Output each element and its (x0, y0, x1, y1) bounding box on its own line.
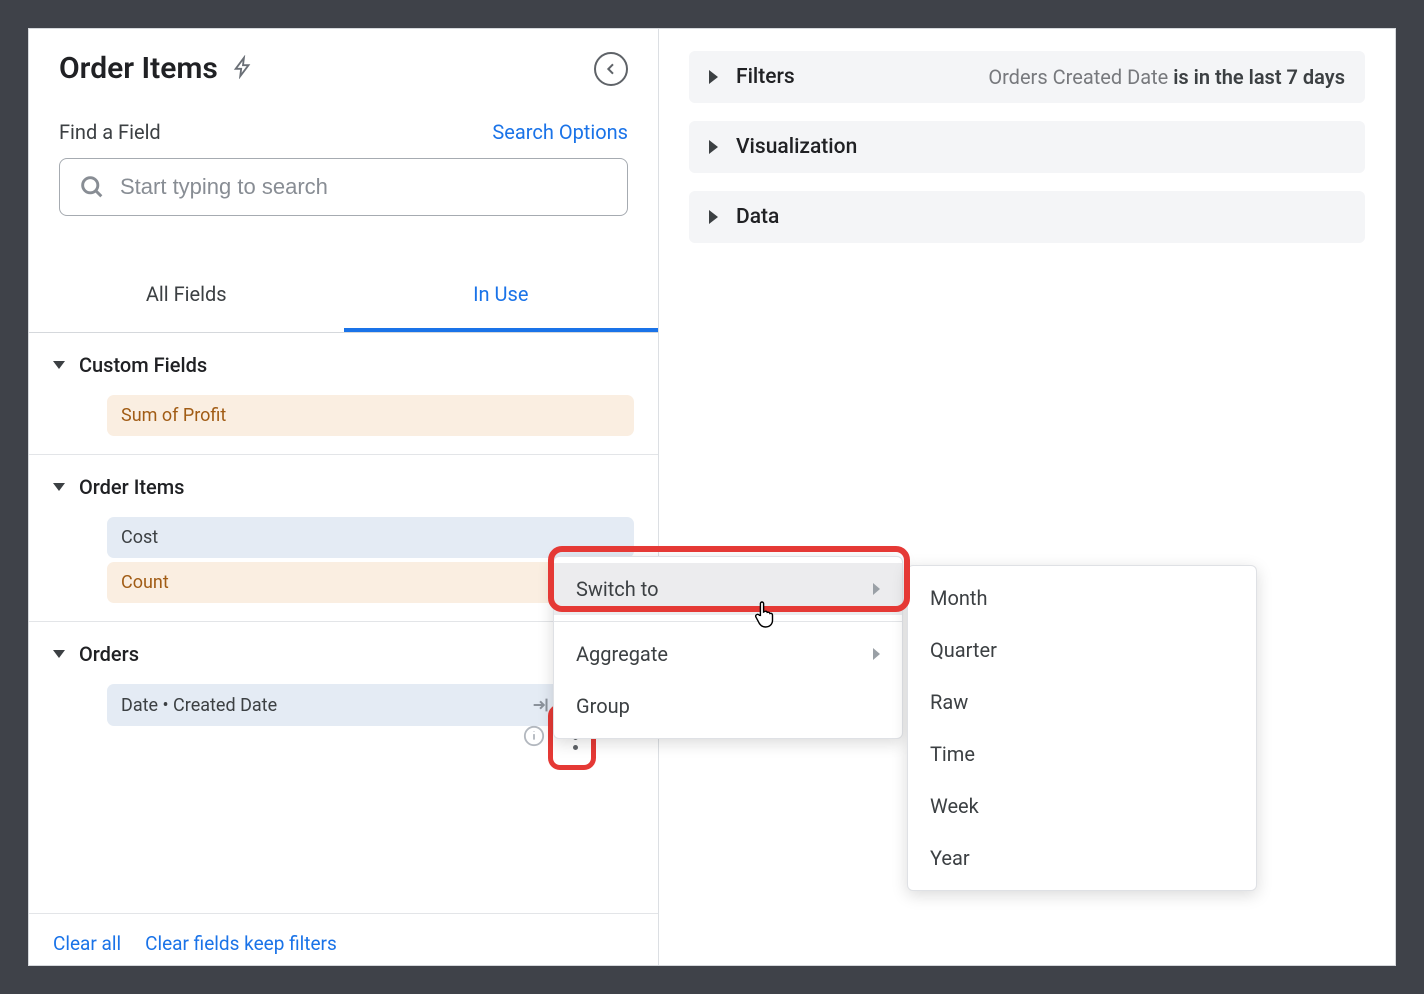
section-title: Custom Fields (79, 353, 207, 377)
search-options-link[interactable]: Search Options (492, 120, 628, 144)
field-label: Date • Created Date (121, 695, 277, 716)
menu-item-group[interactable]: Group (554, 680, 902, 732)
section-head-order-items[interactable]: Order Items (29, 455, 658, 517)
menu-item-label: Group (576, 694, 630, 718)
section-head-custom-fields[interactable]: Custom Fields (29, 333, 658, 395)
caret-right-icon (709, 140, 718, 154)
search-box[interactable] (59, 158, 628, 216)
section-title: Order Items (79, 475, 184, 499)
menu-divider (554, 621, 902, 622)
field-sum-of-profit[interactable]: Sum of Profit (107, 395, 634, 436)
field-tabs: All Fields In Use (29, 264, 658, 333)
chevron-right-icon (873, 648, 880, 660)
accordion-data[interactable]: Data (689, 191, 1365, 243)
field-context-menu: Switch to Aggregate Group (553, 556, 903, 739)
section-title: Orders (79, 642, 139, 666)
search-input[interactable] (120, 174, 609, 200)
pivot-icon[interactable] (530, 694, 552, 716)
submenu-item-raw[interactable]: Raw (908, 676, 1256, 728)
field-date-created-date[interactable]: Date • Created Date (107, 684, 598, 726)
menu-item-aggregate[interactable]: Aggregate (554, 628, 902, 680)
search-icon (78, 173, 106, 201)
field-label: Count (121, 572, 169, 593)
clear-all-link[interactable]: Clear all (53, 932, 121, 955)
section-custom-fields: Custom Fields Sum of Profit (29, 333, 658, 455)
submenu-item-month[interactable]: Month (908, 572, 1256, 624)
field-cost[interactable]: Cost (107, 517, 634, 558)
menu-item-label: Month (930, 586, 987, 610)
menu-item-label: Switch to (576, 577, 659, 601)
footer-actions: Clear all Clear fields keep filters (29, 914, 658, 965)
submenu-item-week[interactable]: Week (908, 780, 1256, 832)
info-icon[interactable] (523, 725, 545, 747)
bolt-icon[interactable] (232, 55, 260, 83)
field-label: Sum of Profit (121, 405, 226, 426)
tab-in-use[interactable]: In Use (344, 264, 659, 332)
clear-fields-keep-filters-link[interactable]: Clear fields keep filters (145, 932, 337, 955)
collapse-panel-button[interactable] (594, 52, 628, 86)
caret-down-icon (53, 483, 65, 491)
menu-item-label: Aggregate (576, 642, 668, 666)
menu-item-label: Time (930, 742, 975, 766)
accordion-filters[interactable]: Filters Orders Created Date is in the la… (689, 51, 1365, 103)
accordion-title: Visualization (736, 135, 857, 159)
accordion-title: Filters (736, 65, 795, 89)
submenu-item-time[interactable]: Time (908, 728, 1256, 780)
menu-item-label: Week (930, 794, 979, 818)
caret-right-icon (709, 210, 718, 224)
tab-all-fields[interactable]: All Fields (29, 264, 344, 332)
accordion-title: Data (736, 205, 779, 229)
menu-item-label: Quarter (930, 638, 997, 662)
switch-to-submenu: Month Quarter Raw Time Week Year (907, 565, 1257, 891)
menu-item-label: Year (930, 846, 970, 870)
caret-right-icon (709, 70, 718, 84)
menu-item-label: Raw (930, 690, 968, 714)
caret-down-icon (53, 650, 65, 658)
find-field-label: Find a Field (59, 120, 161, 144)
accordion-visualization[interactable]: Visualization (689, 121, 1365, 173)
filters-summary: Orders Created Date is in the last 7 day… (988, 65, 1345, 89)
submenu-item-quarter[interactable]: Quarter (908, 624, 1256, 676)
explore-title: Order Items (59, 51, 218, 86)
summary-bold: is in the last 7 days (1173, 65, 1345, 89)
summary-prefix: Orders Created Date (988, 65, 1173, 89)
submenu-item-year[interactable]: Year (908, 832, 1256, 884)
field-picker-panel: Order Items Find a Field Search Options (29, 29, 659, 965)
menu-item-switch-to[interactable]: Switch to (554, 563, 902, 615)
caret-down-icon (53, 361, 65, 369)
chevron-right-icon (873, 583, 880, 595)
field-label: Cost (121, 527, 158, 548)
